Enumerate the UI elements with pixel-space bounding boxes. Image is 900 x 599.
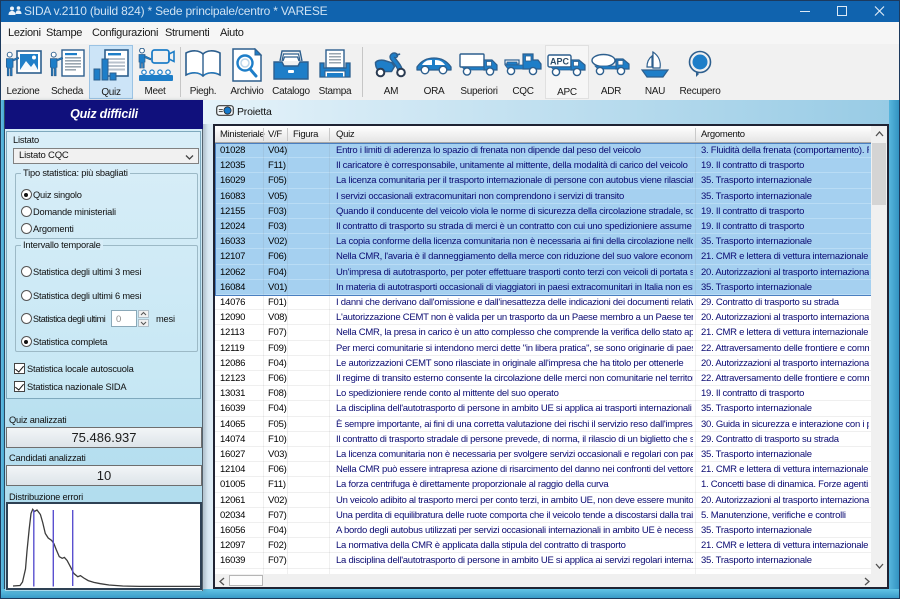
svg-text:APC: APC	[550, 57, 570, 67]
